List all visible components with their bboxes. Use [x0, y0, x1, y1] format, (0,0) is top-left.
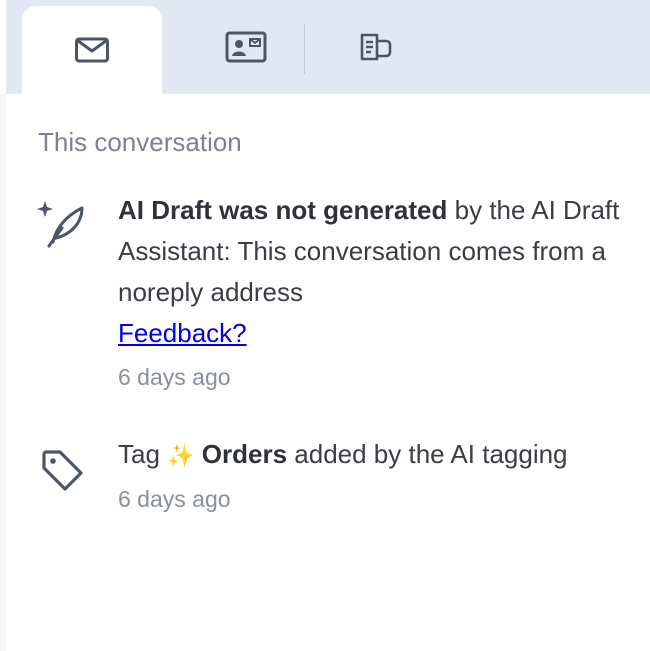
mail-icon	[75, 37, 109, 63]
tag-icon	[42, 450, 83, 491]
tab-orders[interactable]	[324, 0, 428, 94]
activity-text: Tag ✨ Orders added by the AI tagging 6 d…	[118, 434, 628, 514]
activity-text: AI Draft was not generated by the AI Dra…	[118, 190, 628, 392]
tab-divider	[304, 24, 305, 74]
activity-prefix: Tag	[118, 439, 168, 469]
tab-customer-profile[interactable]	[194, 0, 298, 94]
feedback-link[interactable]: Feedback?	[118, 318, 247, 348]
activity-timestamp: 6 days ago	[118, 486, 231, 512]
tab-bar	[6, 0, 650, 94]
sparkle-icon: ✨	[167, 443, 195, 468]
contact-card-icon	[225, 31, 267, 63]
activity-timestamp: 6 days ago	[118, 364, 231, 390]
panel-edge	[0, 94, 6, 651]
tab-messages[interactable]	[22, 6, 162, 94]
activity-suffix: added by the AI tagging	[287, 439, 568, 469]
tag-name: Orders	[201, 439, 288, 469]
activity-title: AI Draft was not generated	[118, 195, 448, 225]
section-title: This conversation	[38, 127, 242, 157]
conversation-sidebar: This conversation AI Draft was not gener…	[0, 0, 650, 651]
order-receipt-icon	[360, 33, 392, 61]
ai-quill-icon	[37, 201, 84, 248]
